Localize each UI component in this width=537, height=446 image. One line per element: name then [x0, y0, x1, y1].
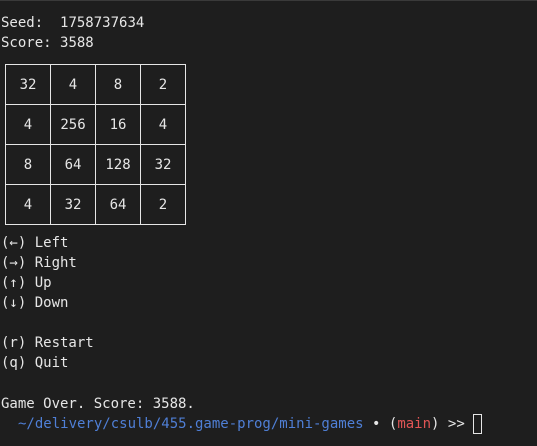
board-cell: 64	[95, 184, 141, 225]
board-cell: 4	[5, 104, 51, 145]
control-down: (↓) Down	[1, 295, 69, 311]
prompt-separator-dot: •	[372, 416, 381, 432]
game-over-status: Game Over. Score: 3588.	[1, 396, 195, 412]
board-cell: 4	[50, 64, 96, 105]
board-cell: 8	[95, 64, 141, 105]
game-board: 32 4 8 2 4 256 16 4 8 64 128 32 4 32 64 …	[5, 64, 186, 225]
seed-line: Seed: 1758737634	[1, 13, 144, 33]
board-row: 4 256 16 4	[5, 104, 186, 145]
board-cell: 32	[140, 144, 186, 185]
board-cell: 2	[140, 184, 186, 225]
control-quit: (q) Quit	[1, 355, 69, 371]
board-row: 32 4 8 2	[5, 64, 186, 105]
board-cell: 8	[5, 144, 51, 185]
prompt-symbol: >>	[447, 416, 465, 432]
score-label: Score:	[1, 35, 52, 51]
branch-close-paren: )	[431, 416, 440, 432]
terminal-window[interactable]: Seed: 1758737634 Score: 3588 32 4 8 2 4 …	[0, 0, 537, 446]
shell-prompt[interactable]: ~/delivery/csulb/455.game-prog/mini-game…	[18, 414, 482, 434]
control-up: (↑) Up	[1, 275, 52, 291]
board-cell: 256	[50, 104, 96, 145]
board-cell: 32	[50, 184, 96, 225]
seed-label: Seed:	[1, 15, 44, 31]
board-cell: 2	[140, 64, 186, 105]
score-value: 3588	[60, 35, 94, 51]
control-left: (←) Left	[1, 235, 69, 251]
board-row: 4 32 64 2	[5, 184, 186, 225]
control-restart: (r) Restart	[1, 335, 94, 351]
prompt-path: ~/delivery/csulb/455.game-prog/mini-game…	[18, 416, 364, 432]
board-cell: 4	[5, 184, 51, 225]
board-row: 8 64 128 32	[5, 144, 186, 185]
board-cell: 32	[5, 64, 51, 105]
cursor-block[interactable]	[472, 414, 482, 434]
board-cell: 16	[95, 104, 141, 145]
board-cell: 4	[140, 104, 186, 145]
board-cell: 128	[95, 144, 141, 185]
board-cell: 64	[50, 144, 96, 185]
control-right: (→) Right	[1, 255, 77, 271]
score-line: Score: 3588	[1, 33, 94, 53]
seed-value: 1758737634	[60, 15, 145, 31]
git-branch: main	[397, 416, 432, 432]
